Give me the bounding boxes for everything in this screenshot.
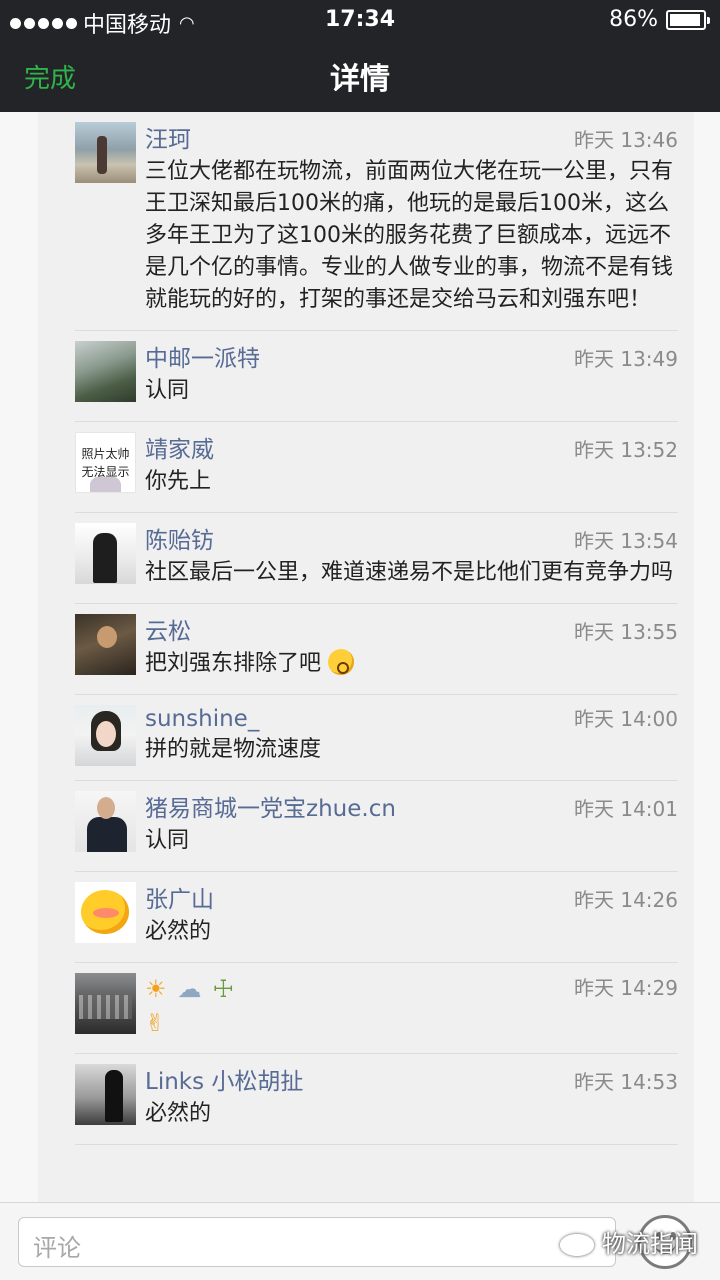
status-right: 86% bbox=[609, 7, 710, 32]
commenter-name[interactable]: sunshine_ bbox=[145, 706, 259, 732]
comment-list[interactable]: 汪珂 昨天 13:46 三位大佬都在玩物流，前面两位大佬在玩一公里，只有王卫深知… bbox=[38, 112, 694, 1202]
battery-icon bbox=[666, 9, 710, 30]
emoji-eye-icon bbox=[670, 1232, 676, 1240]
comment-item: 陈贻钫 昨天 13:54 社区最后一公里，难道速递易不是比他们更有竞争力吗 bbox=[75, 513, 678, 604]
comment-time: 昨天 14:01 bbox=[574, 797, 678, 821]
commenter-name[interactable]: 中邮一派特 bbox=[145, 339, 260, 373]
comment-text: 三位大佬都在玩物流，前面两位大佬在玩一公里，只有王卫深知最后100米的痛，他玩的… bbox=[145, 159, 674, 312]
done-button[interactable]: 完成 bbox=[24, 58, 76, 95]
commenter-name[interactable]: 云松 bbox=[145, 612, 191, 646]
comment-item: 照片太帅 无法显示 靖家威 昨天 13:52 你先上 bbox=[75, 422, 678, 513]
comment-time: 昨天 13:49 bbox=[574, 347, 678, 371]
comment-text: 把刘强东排除了吧 bbox=[145, 648, 678, 680]
comment-item: 汪珂 昨天 13:46 三位大佬都在玩物流，前面两位大佬在玩一公里，只有王卫深知… bbox=[75, 112, 678, 331]
comment-text: 认同 bbox=[145, 828, 190, 853]
commenter-name[interactable]: 靖家威 bbox=[145, 430, 214, 464]
emoji-button[interactable] bbox=[638, 1215, 692, 1269]
avatar[interactable]: 照片太帅 无法显示 bbox=[75, 432, 136, 493]
comment-item: ☀ ☁ ☩ 昨天 14:29 ✌ bbox=[75, 963, 678, 1054]
cocktail-emoji-icon: ☩ bbox=[212, 975, 235, 1003]
commenter-name[interactable]: 猪易商城一党宝zhue.cn bbox=[145, 789, 396, 823]
commenter-name[interactable]: Links 小松胡扯 bbox=[145, 1062, 303, 1096]
comment-time: 昨天 13:46 bbox=[574, 128, 678, 152]
comment-input[interactable]: 评论 bbox=[18, 1217, 616, 1267]
comment-item: sunshine_ 昨天 14:00 拼的就是物流速度 bbox=[75, 695, 678, 781]
commenter-name[interactable]: 张广山 bbox=[145, 880, 214, 914]
comment-time: 昨天 13:54 bbox=[574, 529, 678, 553]
comment-time: 昨天 13:55 bbox=[574, 620, 678, 644]
comment-time: 昨天 14:26 bbox=[574, 888, 678, 912]
emoji-eye-icon bbox=[656, 1232, 662, 1240]
commenter-name[interactable]: 陈贻钫 bbox=[145, 521, 214, 555]
avatar[interactable] bbox=[75, 705, 136, 766]
page-title: 详情 bbox=[330, 62, 390, 97]
avatar[interactable] bbox=[75, 882, 136, 943]
cloud-emoji-icon: ☁ bbox=[177, 975, 202, 1003]
commenter-name[interactable]: 汪珂 bbox=[145, 120, 191, 154]
avatar[interactable] bbox=[75, 973, 136, 1034]
comment-item: 云松 昨天 13:55 把刘强东排除了吧 bbox=[75, 604, 678, 695]
avatar[interactable] bbox=[75, 523, 136, 584]
battery-percent: 86% bbox=[609, 7, 658, 32]
comment-time: 昨天 14:53 bbox=[574, 1070, 678, 1094]
comment-bar: 评论 bbox=[0, 1202, 720, 1280]
comment-text: 认同 bbox=[145, 378, 190, 403]
avatar[interactable] bbox=[75, 1064, 136, 1125]
comment-item: 中邮一派特 昨天 13:49 认同 bbox=[75, 331, 678, 422]
emoji-row: ☀ ☁ ☩ bbox=[145, 973, 238, 1005]
sun-emoji-icon: ☀ bbox=[145, 975, 167, 1003]
comment-text: 社区最后一公里，难道速递易不是比他们更有竞争力吗 bbox=[145, 560, 674, 585]
avatar-caption-line1: 照片太帅 bbox=[81, 447, 130, 461]
nav-bar: 完成 详情 bbox=[0, 38, 720, 112]
emoji-mouth-icon bbox=[654, 1242, 676, 1254]
blush-emoji-icon bbox=[328, 649, 355, 675]
comment-text: 你先上 bbox=[145, 469, 212, 494]
comment-text: ✌ bbox=[145, 1007, 678, 1039]
avatar[interactable] bbox=[75, 341, 136, 402]
comment-item: 张广山 昨天 14:26 必然的 bbox=[75, 872, 678, 963]
avatar[interactable] bbox=[75, 614, 136, 675]
comment-text-content: 把刘强东排除了吧 bbox=[145, 651, 322, 676]
avatar[interactable] bbox=[75, 122, 136, 183]
comment-time: 昨天 14:00 bbox=[574, 707, 678, 731]
avatar[interactable] bbox=[75, 791, 136, 852]
thumbs-up-emoji-icon: ✌ bbox=[145, 1009, 166, 1037]
comment-text: 必然的 bbox=[145, 919, 212, 944]
comment-text: 必然的 bbox=[145, 1101, 212, 1126]
status-bar: 中国移动 ◠ 17:34 86% bbox=[0, 0, 720, 38]
comment-item: Links 小松胡扯 昨天 14:53 必然的 bbox=[75, 1054, 678, 1145]
comment-text: 拼的就是物流速度 bbox=[145, 737, 322, 762]
comment-time: 昨天 13:52 bbox=[574, 438, 678, 462]
comment-time: 昨天 14:29 bbox=[574, 976, 678, 1000]
comment-item: 猪易商城一党宝zhue.cn 昨天 14:01 认同 bbox=[75, 781, 678, 872]
